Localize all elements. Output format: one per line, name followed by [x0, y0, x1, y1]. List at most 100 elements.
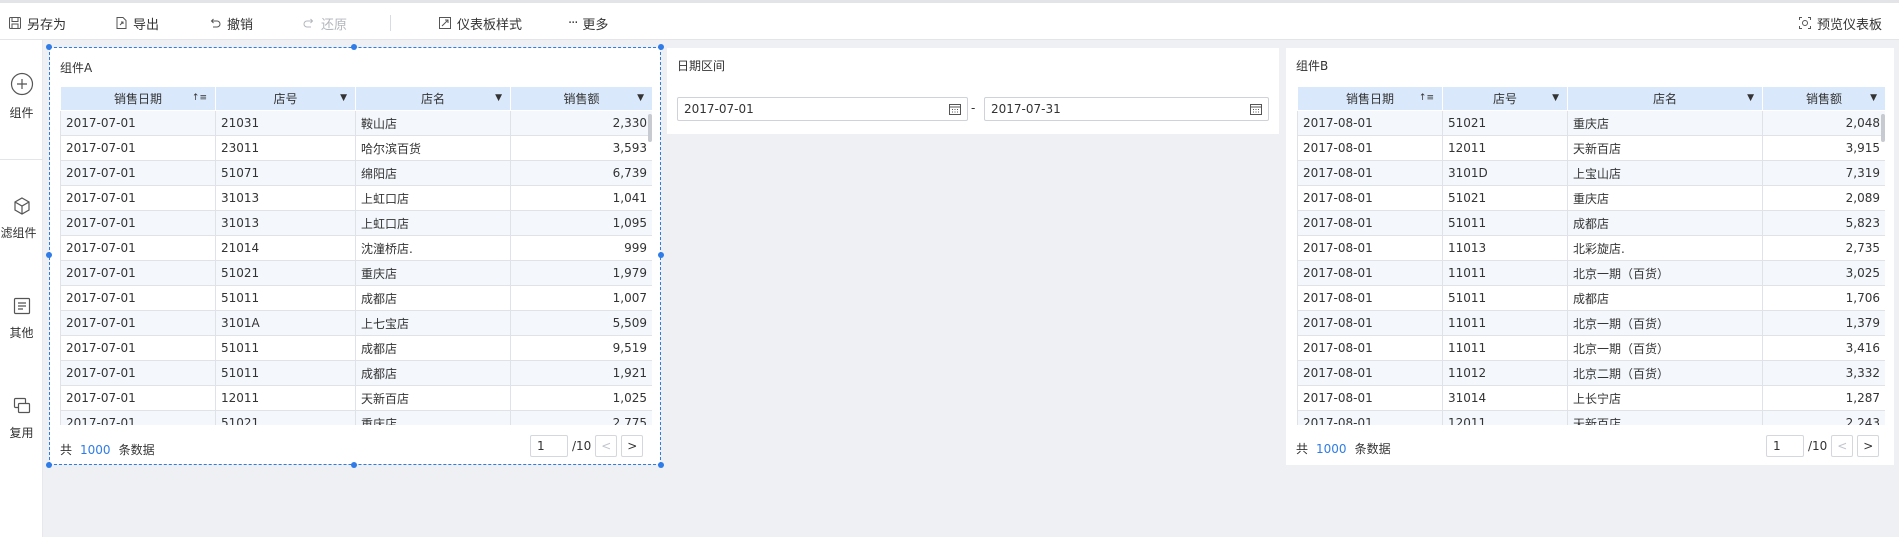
column-header-date[interactable]: 销售日期 ↑≡	[1297, 86, 1443, 111]
table-row[interactable]: 2017-07-01 51011 成都店 1,007	[60, 285, 652, 311]
table-row[interactable]: 2017-08-01 11011 北京一期（百货） 3,416	[1297, 335, 1885, 361]
rail-item-component[interactable]: 组件	[0, 72, 43, 121]
column-header-store-name[interactable]: 店名 ▼	[355, 86, 511, 111]
rail-item-filter-component[interactable]: 滤组件	[0, 196, 43, 241]
table-row[interactable]: 2017-08-01 31014 上长宁店 1,287	[1297, 385, 1885, 411]
cell-store-name: 北京二期（百货）	[1567, 360, 1763, 386]
page-number-input[interactable]	[1766, 435, 1804, 457]
date-range-filter-card[interactable]: 日期区间 2017-07-01 - 2017-07-31	[667, 48, 1279, 134]
table-row[interactable]: 2017-08-01 51021 重庆店 2,048	[1297, 110, 1885, 136]
table-row[interactable]: 2017-07-01 21031 鞍山店 2,330	[60, 110, 652, 136]
table-row[interactable]: 2017-07-01 21014 沈潼桥店. 999	[60, 235, 652, 261]
cube-icon	[13, 197, 30, 215]
resize-handle[interactable]	[658, 44, 664, 50]
table-row[interactable]: 2017-07-01 51011 成都店 1,921	[60, 360, 652, 386]
export-button[interactable]: 导出	[114, 13, 159, 33]
widget-b-card[interactable]: 组件B 销售日期 ↑≡ 店号 ▼ 店名 ▼ 销售额 ▼ 2017-08-01 51021 重…	[1286, 48, 1894, 465]
cell-sales: 1,921	[510, 360, 652, 386]
dashboard-style-button[interactable]: 仪表板样式	[438, 13, 522, 33]
next-page-button[interactable]: >	[1857, 435, 1880, 457]
prev-page-button[interactable]: <	[595, 435, 618, 457]
table-row[interactable]: 2017-07-01 51011 成都店 9,519	[60, 335, 652, 361]
table-row[interactable]: 2017-07-01 51021 重庆店 1,979	[60, 260, 652, 286]
rail-item-other[interactable]: 其他	[0, 296, 43, 341]
rail-item-reuse[interactable]: 复用	[0, 396, 43, 441]
caret-down-icon[interactable]: ▼	[1870, 93, 1877, 103]
prev-page-button[interactable]: <	[1831, 435, 1854, 457]
cell-sales: 1,007	[510, 285, 652, 311]
calendar-icon[interactable]	[948, 102, 962, 116]
caret-down-icon[interactable]: ▼	[495, 93, 502, 103]
resize-handle[interactable]	[46, 44, 52, 50]
cell-date: 2017-07-01	[60, 360, 216, 386]
table-row[interactable]: 2017-07-01 23011 哈尔滨百货 3,593	[60, 135, 652, 161]
calendar-icon[interactable]	[1249, 102, 1263, 116]
resize-handle[interactable]	[351, 44, 357, 50]
cell-sales: 3,332	[1762, 360, 1885, 386]
resize-handle[interactable]	[46, 252, 52, 258]
table-row[interactable]: 2017-08-01 3101D 上宝山店 7,319	[1297, 160, 1885, 186]
cell-store-no: 51011	[215, 285, 356, 311]
more-icon: ···	[568, 15, 578, 31]
resize-handle[interactable]	[351, 462, 357, 468]
column-header-sales[interactable]: 销售额 ▼	[510, 86, 652, 111]
date-range-title: 日期区间	[677, 59, 726, 73]
column-header-store-no[interactable]: 店号 ▼	[215, 86, 356, 111]
save-as-button[interactable]: 另存为	[8, 13, 66, 33]
cell-sales: 3,025	[1762, 260, 1885, 286]
table-row[interactable]: 2017-08-01 12011 天新百店 3,915	[1297, 135, 1885, 161]
preview-label: 预览仪表板	[1817, 17, 1883, 33]
end-date-input[interactable]: 2017-07-31	[984, 97, 1269, 121]
page-number-input[interactable]	[530, 435, 568, 457]
vertical-scrollbar[interactable]	[1881, 114, 1885, 142]
export-label: 导出	[133, 17, 160, 33]
column-header-store-name[interactable]: 店名 ▼	[1567, 86, 1763, 111]
undo-button[interactable]: 撤销	[208, 13, 253, 33]
cell-store-name: 上宝山店	[1567, 160, 1763, 186]
cell-store-name: 成都店	[355, 360, 511, 386]
cell-store-name: 上长宁店	[1567, 385, 1763, 411]
cell-store-name: 重庆店	[1567, 110, 1763, 136]
column-header-date[interactable]: 销售日期 ↑≡	[60, 86, 216, 111]
table-row[interactable]: 2017-08-01 51021 重庆店 2,089	[1297, 185, 1885, 211]
table-row[interactable]: 2017-07-01 31013 上虹口店 1,041	[60, 185, 652, 211]
table-row[interactable]: 2017-07-01 3101A 上七宝店 5,509	[60, 310, 652, 336]
cell-sales: 999	[510, 235, 652, 261]
table-row[interactable]: 2017-07-01 51071 绵阳店 6,739	[60, 160, 652, 186]
caret-down-icon[interactable]: ▼	[340, 93, 347, 103]
cell-date: 2017-08-01	[1297, 160, 1443, 186]
resize-handle[interactable]	[658, 462, 664, 468]
column-header-store-no[interactable]: 店号 ▼	[1442, 86, 1568, 111]
start-date-input[interactable]: 2017-07-01	[677, 97, 968, 121]
caret-down-icon[interactable]: ▼	[1552, 93, 1559, 103]
sort-icon[interactable]: ↑≡	[1419, 93, 1434, 103]
table-row[interactable]: 2017-07-01 12011 天新百店 1,025	[60, 385, 652, 411]
table-row[interactable]: 2017-08-01 12011 天新百店 2,243	[1297, 410, 1885, 425]
more-button[interactable]: ··· 更多	[568, 13, 608, 33]
table-row[interactable]: 2017-08-01 11013 北彩旋店. 2,735	[1297, 235, 1885, 261]
table-row[interactable]: 2017-08-01 51011 成都店 5,823	[1297, 210, 1885, 236]
resize-handle[interactable]	[46, 462, 52, 468]
column-header-sales[interactable]: 销售额 ▼	[1762, 86, 1885, 111]
table-row[interactable]: 2017-07-01 31013 上虹口店 1,095	[60, 210, 652, 236]
cell-store-no: 3101D	[1442, 160, 1568, 186]
widget-a-card[interactable]: 组件A 销售日期 ↑≡ 店号 ▼ 店名 ▼ 销售额 ▼ 2017-07-01 21031 鞍…	[50, 48, 660, 464]
preview-dashboard-button[interactable]: 预览仪表板	[1798, 13, 1882, 33]
redo-button[interactable]: 还原	[302, 13, 347, 33]
caret-down-icon[interactable]: ▼	[637, 93, 644, 103]
vertical-scrollbar[interactable]	[648, 114, 652, 142]
resize-handle[interactable]	[658, 252, 664, 258]
table-row[interactable]: 2017-08-01 11011 北京一期（百货） 3,025	[1297, 260, 1885, 286]
table-row[interactable]: 2017-08-01 11011 北京一期（百货） 1,379	[1297, 310, 1885, 336]
caret-down-icon[interactable]: ▼	[1747, 93, 1754, 103]
cell-date: 2017-07-01	[60, 410, 216, 425]
cell-store-no: 31013	[215, 185, 356, 211]
table-row[interactable]: 2017-08-01 11012 北京二期（百货） 3,332	[1297, 360, 1885, 386]
cell-store-no: 21014	[215, 235, 356, 261]
table-row[interactable]: 2017-08-01 51011 成都店 1,706	[1297, 285, 1885, 311]
table-row[interactable]: 2017-07-01 51021 重庆店 2,775	[60, 410, 652, 425]
next-page-button[interactable]: >	[621, 435, 644, 457]
add-circle-icon	[10, 72, 33, 96]
sort-icon[interactable]: ↑≡	[192, 93, 207, 103]
cell-store-no: 12011	[215, 385, 356, 411]
